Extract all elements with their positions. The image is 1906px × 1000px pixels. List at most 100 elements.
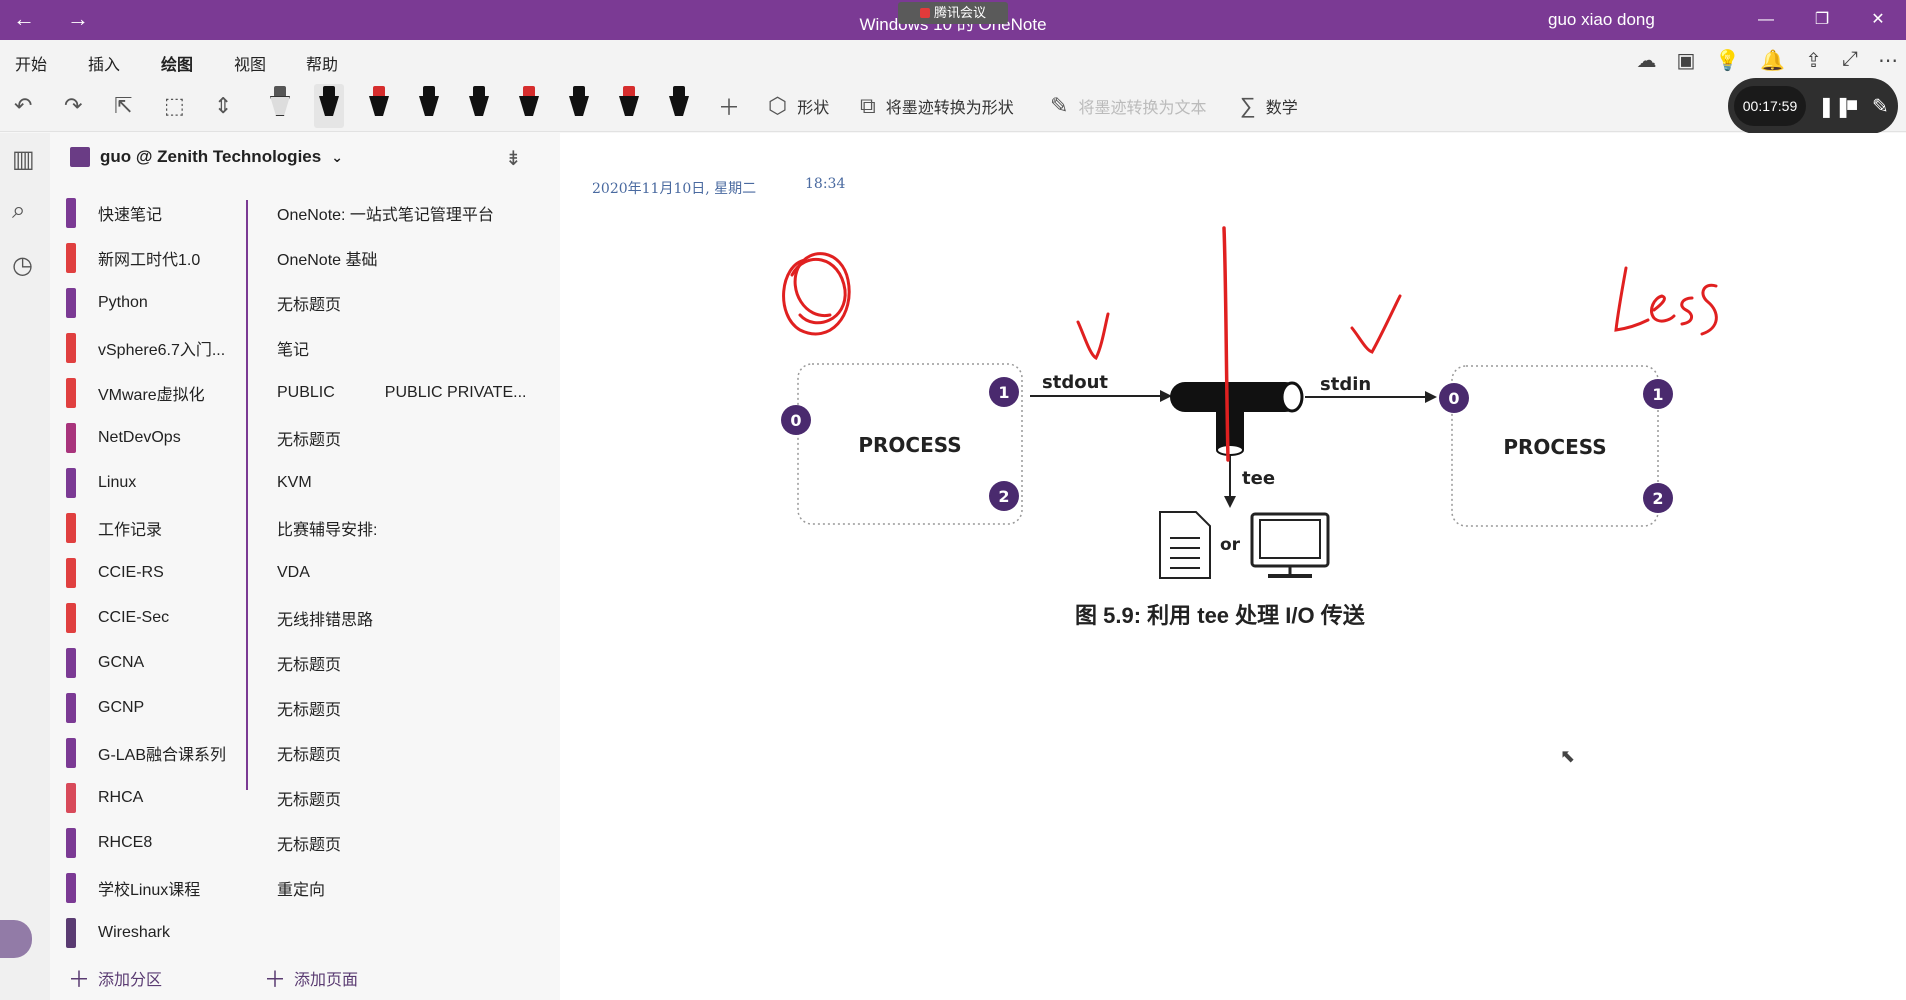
ribbon-actions: ☁ ▣ 💡 🔔 ⇪ ⤢ ⋯ xyxy=(1637,48,1898,73)
space-button[interactable]: ⇕ xyxy=(214,86,232,126)
more-icon[interactable]: ⋯ xyxy=(1878,48,1898,73)
ink-letter-l xyxy=(1614,266,1650,332)
section-item[interactable]: 新网工时代1.0 xyxy=(66,235,246,280)
sort-icon[interactable]: ⇟ xyxy=(505,146,522,171)
section-color-tab xyxy=(66,242,76,273)
user-name[interactable]: guo xiao dong xyxy=(1548,10,1655,30)
pen-tool[interactable] xyxy=(364,84,394,128)
type-select-button[interactable]: ⇱ xyxy=(114,86,132,126)
pen-tool-selected[interactable] xyxy=(314,84,344,128)
ink-to-shape-button[interactable]: ⧉ 将墨迹转换为形状 xyxy=(860,86,1014,126)
shapes-button[interactable]: ⬡ 形状 xyxy=(768,86,829,126)
section-item[interactable]: vSphere6.7入门... xyxy=(66,325,246,370)
page-label: 笔记 xyxy=(277,341,310,359)
maximize-icon[interactable]: ❐ xyxy=(1794,0,1850,40)
add-section-button[interactable]: ＋ 添加分区 xyxy=(68,962,162,994)
add-page-label: 添加页面 xyxy=(294,972,359,989)
undo-button[interactable]: ↶ xyxy=(14,86,32,126)
page-item[interactable]: PUBLIC PUBLIC PRIVATE... xyxy=(277,370,577,415)
pen-tool[interactable] xyxy=(514,84,544,128)
page-item[interactable]: 重定向 xyxy=(277,865,577,910)
section-color-tab xyxy=(66,782,76,813)
section-item[interactable]: 工作记录 xyxy=(66,505,246,550)
page-item[interactable]: OneNote: 一站式笔记管理平台 xyxy=(277,190,577,235)
title-bar: ← → Windows 10 的 OneNote 腾讯会议 guo xiao d… xyxy=(0,0,1906,40)
stop-icon[interactable]: ■ xyxy=(1846,94,1858,117)
section-item[interactable]: Linux xyxy=(66,460,246,505)
page-item[interactable]: 无线排错思路 xyxy=(277,595,577,640)
pages-divider xyxy=(246,200,248,790)
section-label: Python xyxy=(98,293,148,311)
sync-icon[interactable]: ☁ xyxy=(1637,48,1657,73)
section-item[interactable]: 学校Linux课程 xyxy=(66,865,246,910)
section-item[interactable]: VMware虚拟化 xyxy=(66,370,246,415)
redo-button[interactable]: ↷ xyxy=(64,86,82,126)
section-item[interactable]: GCNA xyxy=(66,640,246,685)
page-item[interactable]: 笔记 xyxy=(277,325,577,370)
close-icon[interactable]: ✕ xyxy=(1850,0,1906,40)
recent-icon[interactable]: ◷ xyxy=(12,251,33,280)
section-item[interactable]: NetDevOps xyxy=(66,415,246,460)
page-item[interactable]: KVM xyxy=(277,460,577,505)
left-fd1-label: 1 xyxy=(998,383,1009,402)
pen-tool[interactable] xyxy=(414,84,444,128)
page-item[interactable]: VDA xyxy=(277,550,577,595)
tab-view[interactable]: 视图 xyxy=(234,51,266,75)
section-item[interactable]: Python xyxy=(66,280,246,325)
share-icon[interactable]: ⇪ xyxy=(1805,48,1822,73)
section-item[interactable]: CCIE-RS xyxy=(66,550,246,595)
notebook-selector[interactable]: guo @ Zenith Technologies ⌄ xyxy=(70,147,343,167)
notification-icon[interactable]: 🔔 xyxy=(1760,48,1785,73)
page-item[interactable]: OneNote 基础 xyxy=(277,235,577,280)
page-item[interactable]: 无标题页 xyxy=(277,730,577,775)
search-icon[interactable]: ⌕ xyxy=(12,197,25,225)
lightbulb-icon[interactable]: 💡 xyxy=(1715,48,1740,73)
ink-to-text-button[interactable]: ✎ 将墨迹转换为文本 xyxy=(1050,86,1206,126)
pencil-icon[interactable]: ✎ xyxy=(1872,94,1889,119)
page-label: KVM xyxy=(277,473,312,491)
tab-help[interactable]: 帮助 xyxy=(306,51,338,75)
section-item[interactable]: G-LAB融合课系列 xyxy=(66,730,246,775)
pen-tool[interactable] xyxy=(614,84,644,128)
right-fd1-label: 1 xyxy=(1652,385,1663,404)
tab-draw[interactable]: 绘图 xyxy=(161,51,194,84)
nav-rail: ▥ ⌕ ◷ xyxy=(0,133,50,1000)
page-item[interactable]: 无标题页 xyxy=(277,415,577,460)
tee-label: tee xyxy=(1242,468,1275,489)
add-page-button[interactable]: ＋ 添加页面 xyxy=(264,962,358,994)
notebooks-icon[interactable]: ▥ xyxy=(12,145,35,174)
page-item[interactable]: 无标题页 xyxy=(277,685,577,730)
section-item[interactable]: GCNP xyxy=(66,685,246,730)
eraser-tool[interactable] xyxy=(265,84,295,128)
section-item[interactable]: 快速笔记 xyxy=(66,190,246,235)
lasso-button[interactable]: ⬚ xyxy=(164,86,185,126)
meeting-indicator[interactable]: 腾讯会议 xyxy=(898,2,1008,24)
tab-insert[interactable]: 插入 xyxy=(88,51,120,75)
section-item[interactable]: RHCE8 xyxy=(66,820,246,865)
section-item[interactable]: CCIE-Sec xyxy=(66,595,246,640)
page-view-icon[interactable]: ▣ xyxy=(1677,48,1696,73)
mouse-cursor-icon: ⬉ xyxy=(1560,746,1576,766)
math-button[interactable]: ∑ 数学 xyxy=(1240,86,1298,126)
ink-letter-s1 xyxy=(1680,296,1694,326)
page-item[interactable]: 比赛辅导安排: xyxy=(277,505,577,550)
section-label: RHCE8 xyxy=(98,833,153,851)
type-select-icon: ⇱ xyxy=(114,93,133,118)
ink-check-left xyxy=(1076,312,1110,361)
page-item[interactable]: 无标题页 xyxy=(277,820,577,865)
pen-tool[interactable] xyxy=(564,84,594,128)
page-item[interactable]: 无标题页 xyxy=(277,775,577,820)
tab-home[interactable]: 开始 xyxy=(15,51,47,75)
page-item[interactable]: 无标题页 xyxy=(277,280,577,325)
pen-tool[interactable] xyxy=(664,84,694,128)
expand-icon[interactable]: ⤢ xyxy=(1842,48,1858,73)
section-item[interactable]: RHCA xyxy=(66,775,246,820)
section-item[interactable]: Wireshark xyxy=(66,910,246,955)
page-item[interactable]: 无标题页 xyxy=(277,640,577,685)
lasso-icon: ⬚ xyxy=(164,93,185,118)
minimize-icon[interactable]: — xyxy=(1738,0,1794,40)
add-pen-button[interactable]: ＋ xyxy=(718,86,740,126)
highlighter-tool[interactable] xyxy=(464,84,494,128)
math-icon: ∑ xyxy=(1240,93,1256,118)
page-label: 比赛辅导安排: xyxy=(277,521,378,539)
